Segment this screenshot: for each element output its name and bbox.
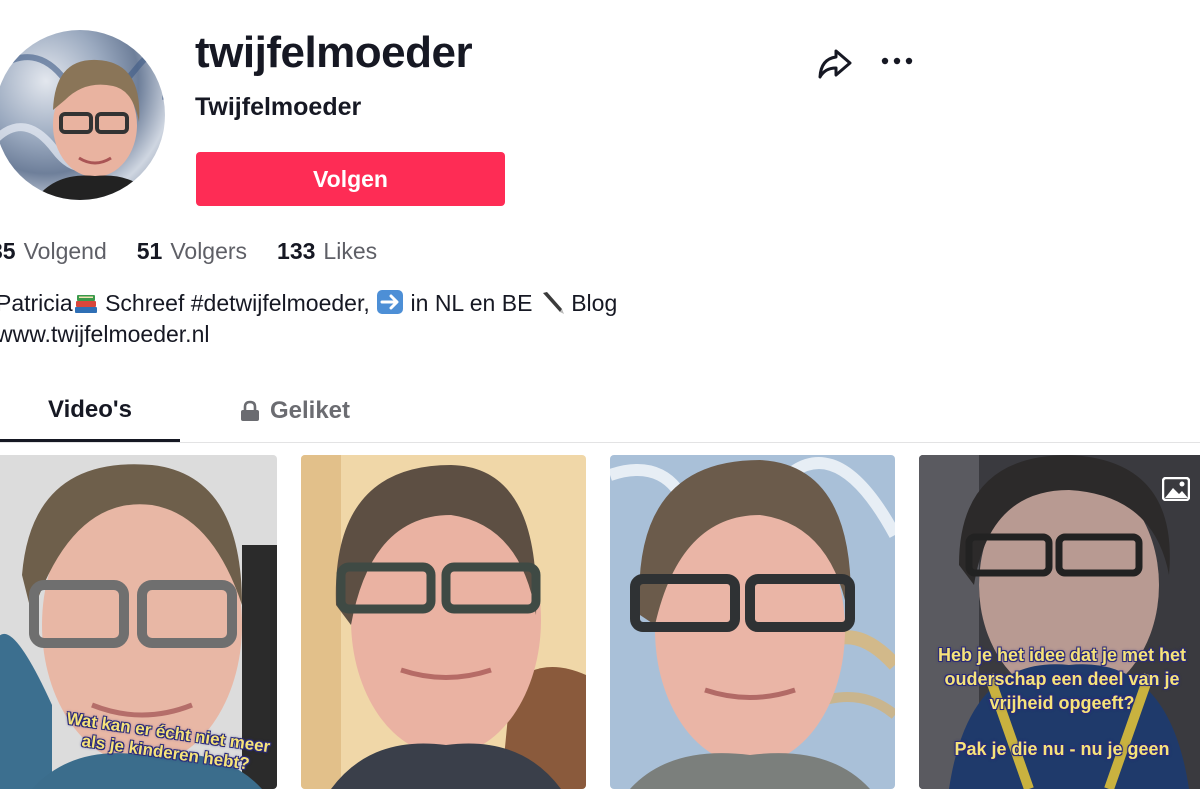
share-arrow-icon[interactable] [816, 44, 854, 82]
stat-likes-count: 133 [277, 238, 316, 264]
stat-following[interactable]: 35 Volgend [0, 238, 107, 265]
follow-button[interactable]: Volgen [196, 152, 505, 206]
stat-likes-label: Likes [323, 238, 378, 264]
stat-followers-count: 51 [136, 238, 163, 264]
stat-following-count: 35 [0, 238, 16, 264]
bio-link[interactable]: www.twijfelmoeder.nl [0, 319, 617, 350]
video-caption: Heb je het idee dat je met het ouderscha… [931, 643, 1193, 761]
stat-following-label: Volgend [23, 238, 107, 264]
video-thumbnail [610, 455, 895, 789]
stat-followers[interactable]: 51 Volgers [137, 238, 247, 265]
tab-videos[interactable]: Video's [0, 380, 180, 442]
video-caption-line-2: Pak je die nu - nu je geen [954, 739, 1170, 759]
video-caption-line-1: Heb je het idee dat je met het ouderscha… [937, 645, 1187, 713]
right-arrow-emoji-icon [377, 290, 404, 314]
tab-videos-label: Video's [48, 395, 132, 423]
stat-likes: 133 Likes [277, 238, 377, 265]
profile-username: twijfelmoeder [195, 28, 473, 77]
profile-stats: 35 Volgend 51 Volgers 133 Likes [0, 238, 377, 265]
profile-avatar [0, 30, 165, 200]
books-emoji-icon [74, 295, 97, 313]
photo-icon [1162, 477, 1190, 501]
profile-bio: Patricia Schreef #detwijfelmoeder, in NL… [0, 288, 617, 350]
pen-emoji-icon [542, 292, 564, 314]
avatar-photo [0, 47, 165, 200]
video-card[interactable]: Wat kan er écht niet meer als je kindere… [0, 455, 277, 789]
stat-followers-label: Volgers [170, 238, 248, 264]
video-thumbnail [301, 455, 586, 789]
video-grid: Wat kan er écht niet meer als je kindere… [0, 455, 1200, 789]
lock-icon [240, 400, 259, 421]
profile-nickname: Twijfelmoeder [195, 93, 362, 121]
bio-text-2: in NL en BE [404, 290, 539, 316]
profile-tabs: Video's Geliket [0, 380, 1200, 443]
video-card[interactable] [301, 455, 586, 789]
tab-liked-label: Geliket [269, 396, 351, 424]
video-card[interactable]: Heb je het idee dat je met het ouderscha… [919, 455, 1200, 789]
tab-liked[interactable]: Geliket [220, 380, 370, 441]
video-card[interactable] [610, 455, 895, 789]
bio-name: Patricia [0, 290, 73, 316]
more-dots-icon[interactable] [878, 46, 918, 76]
bio-line-1: Patricia Schreef #detwijfelmoeder, in NL… [0, 288, 617, 319]
bio-text-1: Schreef #detwijfelmoeder, [98, 290, 377, 316]
bio-text-3: Blog [564, 290, 618, 316]
